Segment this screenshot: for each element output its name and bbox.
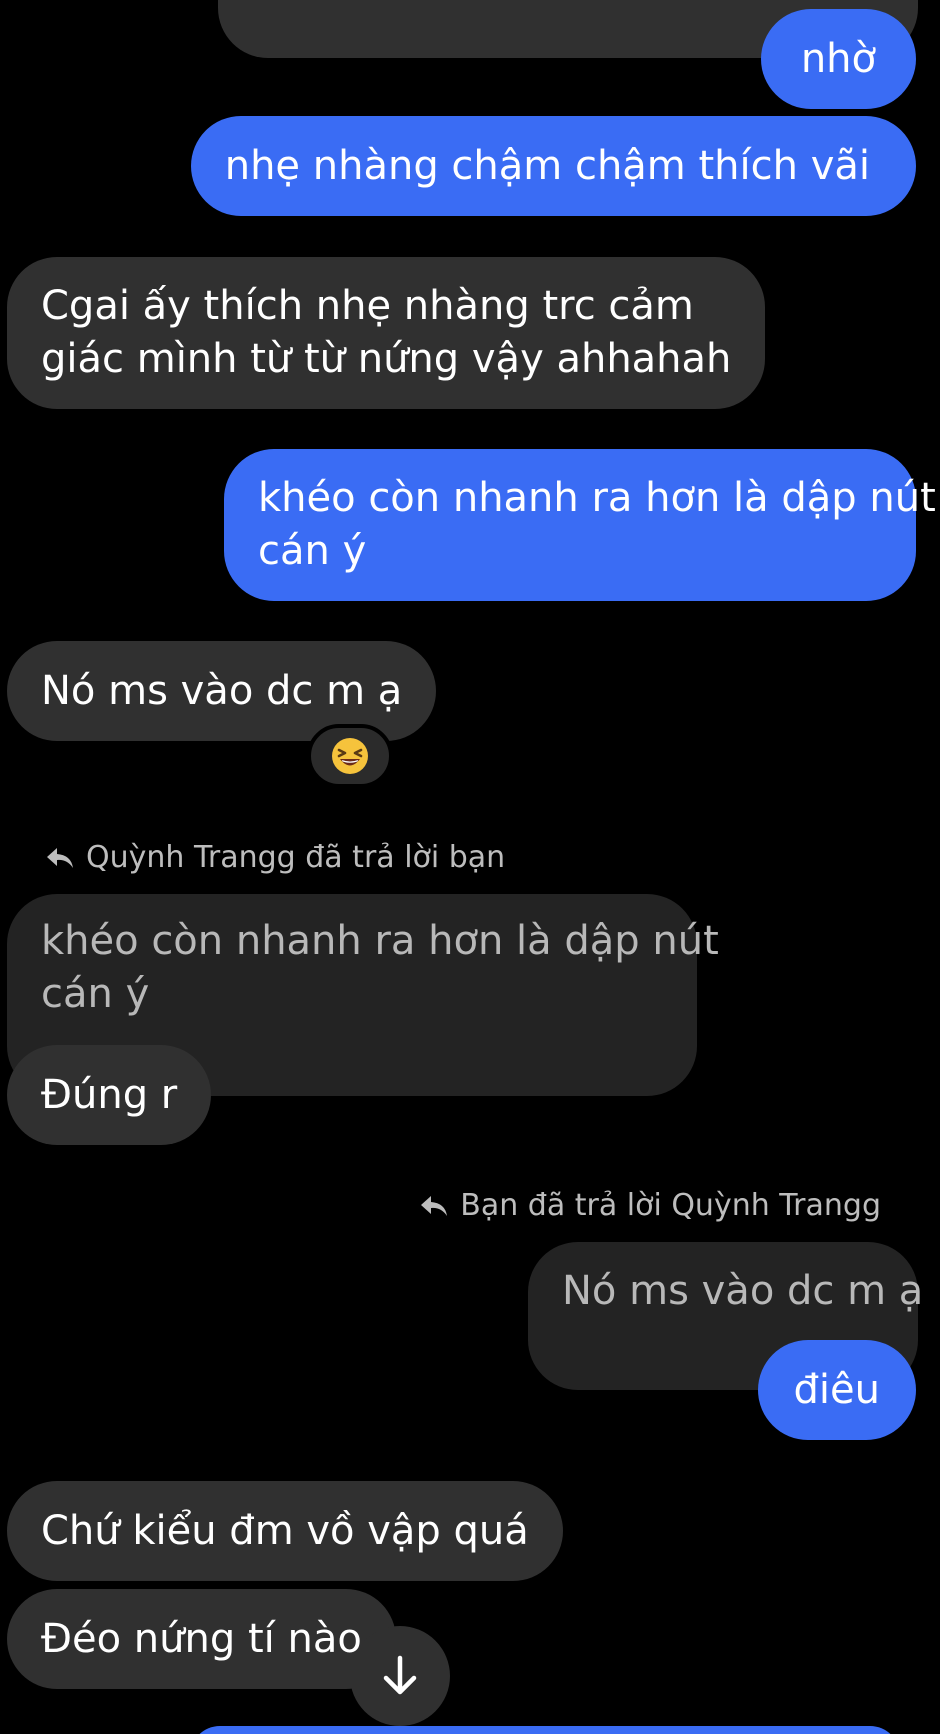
message-bubble-sent-partial[interactable] xyxy=(190,1726,900,1734)
message-reaction[interactable] xyxy=(307,724,393,788)
message-bubble-sent[interactable]: điêu xyxy=(757,1340,916,1440)
laughing-face-icon xyxy=(332,738,368,774)
quoted-line: cán ý xyxy=(41,971,150,1017)
arrow-down-icon xyxy=(383,1655,417,1695)
message-line: Cgai ấy thích nhẹ nhàng trc cảm xyxy=(41,283,694,329)
message-bubble-sent[interactable]: nhẹ nhàng chậm chậm thích vãi xyxy=(190,116,916,216)
message-line: giác mình từ từ nứng vậy ahhahah xyxy=(41,336,732,382)
message-bubble-sent[interactable]: khéo còn nhanh ra hơn là dập nút cán ý xyxy=(224,449,936,601)
reply-note-text: Quỳnh Trangg đã trả lời bạn xyxy=(86,840,506,875)
reply-note-text: Bạn đã trả lời Quỳnh Trangg xyxy=(460,1188,881,1223)
message-bubble-received[interactable]: Chứ kiểu đm vồ vập quá xyxy=(7,1481,563,1581)
message-bubble-received[interactable]: Đéo nứng tí nào xyxy=(7,1589,396,1689)
message-bubble-sent[interactable]: nhờ xyxy=(760,9,916,109)
message-bubble-received[interactable]: Đúng r xyxy=(7,1045,212,1145)
reply-note: Quỳnh Trangg đã trả lời bạn xyxy=(46,838,505,878)
scroll-to-bottom-button[interactable] xyxy=(350,1626,450,1726)
quoted-line: khéo còn nhanh ra hơn là dập nút xyxy=(41,918,719,964)
chat-thread: nhờ nhẹ nhàng chậm chậm thích vãi Cgai ấ… xyxy=(0,0,940,1734)
reply-arrow-icon xyxy=(421,1196,448,1216)
reply-note: Bạn đã trả lời Quỳnh Trangg xyxy=(420,1186,881,1226)
reply-arrow-icon xyxy=(47,848,73,868)
message-line: cán ý xyxy=(258,528,367,574)
message-bubble-received[interactable]: Cgai ấy thích nhẹ nhàng trc cảm giác mìn… xyxy=(7,257,766,409)
message-line: khéo còn nhanh ra hơn là dập nút xyxy=(258,475,936,521)
